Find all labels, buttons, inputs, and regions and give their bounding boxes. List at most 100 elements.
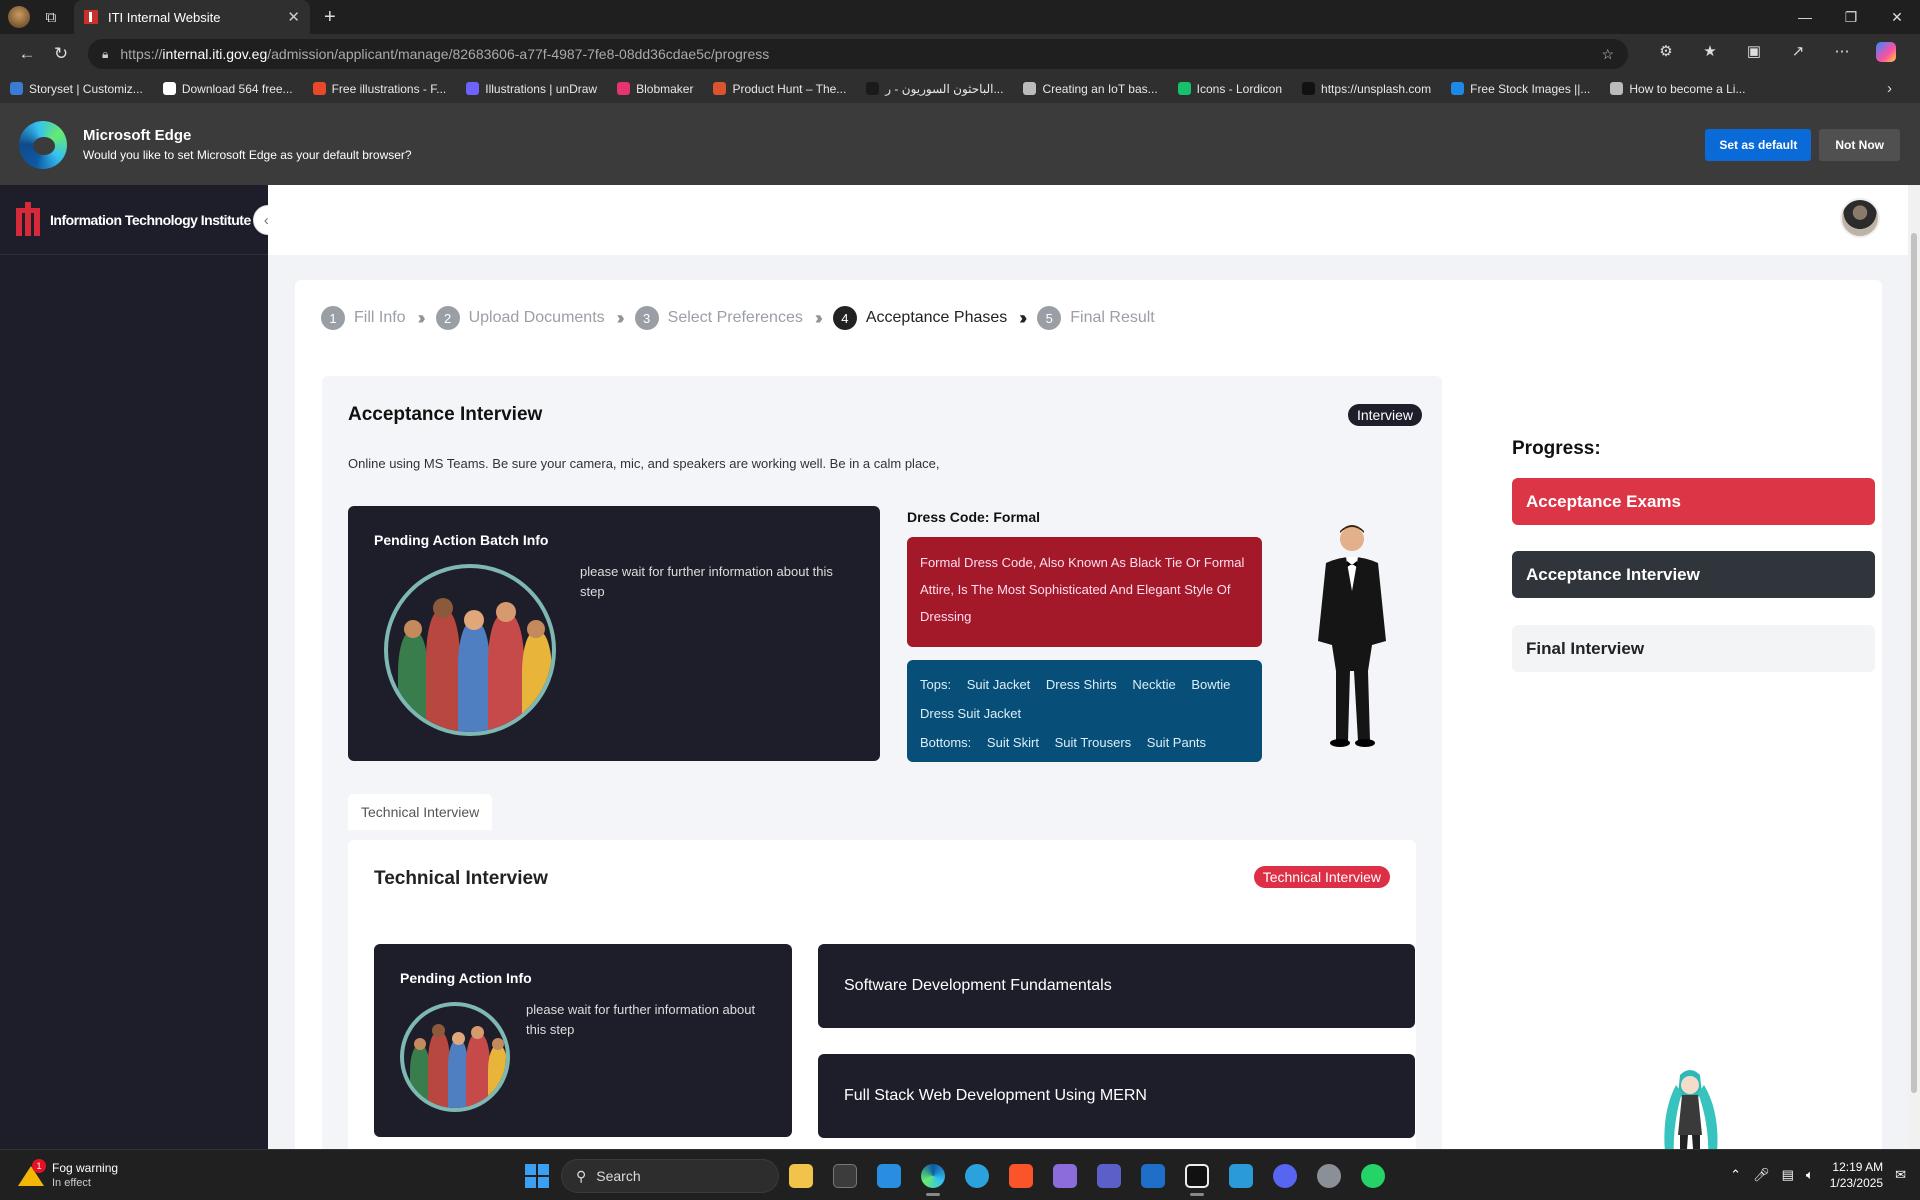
restore-icon[interactable]: ❐ — [1828, 9, 1874, 26]
brand[interactable]: Information Technology Institute — [0, 185, 268, 255]
url-field[interactable]: 🔒︎ https:// internal.iti.gov.eg /admissi… — [88, 39, 1628, 69]
profile-avatar-icon[interactable] — [8, 6, 30, 28]
favorite-item[interactable]: Product Hunt – The... — [713, 82, 846, 96]
favorite-item[interactable]: Icons - Lordicon — [1177, 82, 1282, 96]
edge-browser-icon[interactable] — [911, 1156, 955, 1196]
track-card[interactable]: Software Development Fundamentals — [818, 944, 1415, 1028]
set-as-default-button[interactable]: Set as default — [1705, 128, 1812, 161]
lock-icon[interactable]: 🔒︎ — [102, 47, 108, 62]
progress-item-final-interview[interactable]: Final Interview — [1512, 625, 1875, 672]
tray-chevron-up-icon[interactable]: ⌃ — [1730, 1167, 1741, 1183]
step-label: Upload Documents — [468, 309, 605, 326]
tab-technical-interview[interactable]: Technical Interview — [348, 794, 493, 830]
interview-panel: Acceptance Interview Interview Online us… — [322, 376, 1442, 1149]
default-browser-prompt: Microsoft Edge Would you like to set Mic… — [0, 104, 1920, 185]
favorite-label: How to become a Li... — [1629, 81, 1746, 96]
browser-tab-bar: ⧉ ITI Internal Website ✕ + — ❐ ✕ — [0, 0, 1920, 34]
dress-item: Dress Suit Jacket — [920, 706, 1022, 721]
weather-widget[interactable]: 1 Fog warning In effect — [18, 1159, 118, 1189]
user-avatar[interactable] — [1840, 198, 1880, 238]
new-tab-icon[interactable]: + — [324, 6, 336, 29]
step-acceptance-phases[interactable]: 4 Acceptance Phases — [832, 306, 1007, 330]
refresh-icon[interactable]: ↻ — [44, 44, 78, 64]
favorite-item[interactable]: Download 564 free... — [162, 82, 293, 96]
sidebar: Information Technology Institute — [0, 185, 268, 1149]
chevron-right-icon[interactable]: › — [1887, 80, 1892, 97]
favorite-item[interactable]: Illustrations | unDraw — [466, 82, 597, 96]
technical-interview-section: Technical Interview Technical Interview … — [348, 840, 1416, 1149]
extensions-icon[interactable]: ⚙ — [1644, 42, 1688, 66]
discord-icon[interactable] — [1263, 1156, 1307, 1196]
notification-bell-icon[interactable]: ✉ — [1895, 1167, 1906, 1183]
dress-code-summary: Formal Dress Code, Also Known As Black T… — [907, 537, 1262, 647]
volume-icon[interactable]: 🔈︎ — [1806, 1167, 1814, 1183]
iti-favicon-icon — [84, 10, 98, 24]
favorite-item[interactable]: الباحثون السوريون - ر... — [866, 82, 1003, 96]
not-now-button[interactable]: Not Now — [1819, 128, 1900, 161]
windows-start-icon[interactable] — [525, 1164, 549, 1188]
favorite-favicon-icon — [866, 82, 880, 95]
terminal-icon[interactable] — [823, 1156, 867, 1196]
network-icon[interactable]: ▤ — [1782, 1167, 1794, 1183]
minimize-icon[interactable]: — — [1782, 9, 1828, 26]
favorite-item[interactable]: Storyset | Customiz... — [10, 82, 143, 96]
workspaces-icon[interactable]: ⧉ — [40, 6, 62, 28]
close-tab-icon[interactable]: ✕ — [287, 8, 300, 26]
dress-item: Necktie — [1132, 677, 1176, 692]
favorite-item[interactable]: Free Stock Images ||... — [1451, 82, 1590, 96]
copilot-icon[interactable] — [1864, 42, 1908, 66]
brave-icon[interactable] — [999, 1156, 1043, 1196]
teams-icon[interactable] — [1087, 1156, 1131, 1196]
scrollbar-thumb[interactable] — [1911, 233, 1917, 1093]
favorite-favicon-icon — [1302, 82, 1316, 95]
whatsapp-icon[interactable] — [1351, 1156, 1395, 1196]
interview-badge: Interview — [1347, 404, 1422, 426]
clock[interactable]: 12:19 AM 1/23/2025 — [1830, 1159, 1883, 1191]
back-icon[interactable]: ← — [10, 44, 44, 64]
windows-taskbar: 1 Fog warning In effect ⚲ Search ⌃ 🎤︎ ▤ 🔈… — [0, 1149, 1920, 1200]
favorites-icon[interactable]: ★ — [1688, 42, 1732, 66]
progress-item-acceptance-exams[interactable]: Acceptance Exams — [1512, 478, 1875, 525]
people-illustration-icon — [384, 564, 556, 736]
favorite-item[interactable]: Creating an IoT bas... — [1023, 82, 1158, 96]
step-final-result[interactable]: 5 Final Result — [1037, 306, 1155, 330]
step-select-preferences[interactable]: 3 Select Preferences — [634, 306, 803, 330]
telegram-icon[interactable] — [955, 1156, 999, 1196]
favorite-item[interactable]: https://unsplash.com — [1302, 82, 1431, 96]
share-icon[interactable]: ↗ — [1776, 42, 1820, 66]
favorite-item[interactable]: Blobmaker — [617, 82, 693, 96]
system-tray: ⌃ 🎤︎ ▤ 🔈︎ 12:19 AM 1/23/2025 ✉ — [1718, 1159, 1906, 1191]
step-number: 5 — [1037, 306, 1062, 330]
microphone-icon[interactable]: 🎤︎ — [1753, 1167, 1770, 1183]
collections-icon[interactable]: ▣ — [1732, 42, 1776, 66]
capcut-icon[interactable] — [1175, 1156, 1219, 1196]
photos-icon[interactable] — [1219, 1156, 1263, 1196]
step-number: 3 — [634, 306, 659, 330]
vscode-icon[interactable] — [867, 1156, 911, 1196]
page-scrollbar[interactable] — [1908, 185, 1920, 1149]
taskbar-search[interactable]: ⚲ Search — [561, 1159, 779, 1193]
browser-tab[interactable]: ITI Internal Website ✕ — [74, 0, 310, 34]
favorite-star-icon[interactable]: ☆ — [1601, 46, 1614, 63]
url-host: internal.iti.gov.eg — [162, 46, 268, 62]
prompt-title: Microsoft Edge — [83, 127, 192, 144]
search-label: Search — [596, 1168, 641, 1184]
more-icon[interactable]: ⋯ — [1820, 42, 1864, 66]
favorite-item[interactable]: How to become a Li... — [1610, 82, 1745, 96]
favorite-item[interactable]: Free illustrations - F... — [312, 82, 446, 96]
file-explorer-icon[interactable] — [779, 1156, 823, 1196]
game-controller-icon[interactable] — [1043, 1156, 1087, 1196]
edge-logo-icon — [19, 120, 67, 169]
mail-icon[interactable] — [1131, 1156, 1175, 1196]
pending-info-message: please wait for further information abou… — [526, 1002, 756, 1037]
clock-date: 1/23/2025 — [1829, 1176, 1884, 1190]
step-fill-info[interactable]: 1 Fill Info — [321, 306, 406, 330]
close-window-icon[interactable]: ✕ — [1874, 9, 1920, 26]
favorite-favicon-icon — [713, 82, 727, 95]
weather-badge: 1 — [32, 1159, 46, 1173]
step-upload-documents[interactable]: 2 Upload Documents — [435, 306, 605, 330]
progress-item-acceptance-interview[interactable]: Acceptance Interview — [1512, 551, 1875, 598]
settings-icon[interactable] — [1307, 1156, 1351, 1196]
track-card[interactable]: Full Stack Web Development Using MERN — [818, 1054, 1415, 1138]
search-icon: ⚲ — [576, 1167, 587, 1184]
